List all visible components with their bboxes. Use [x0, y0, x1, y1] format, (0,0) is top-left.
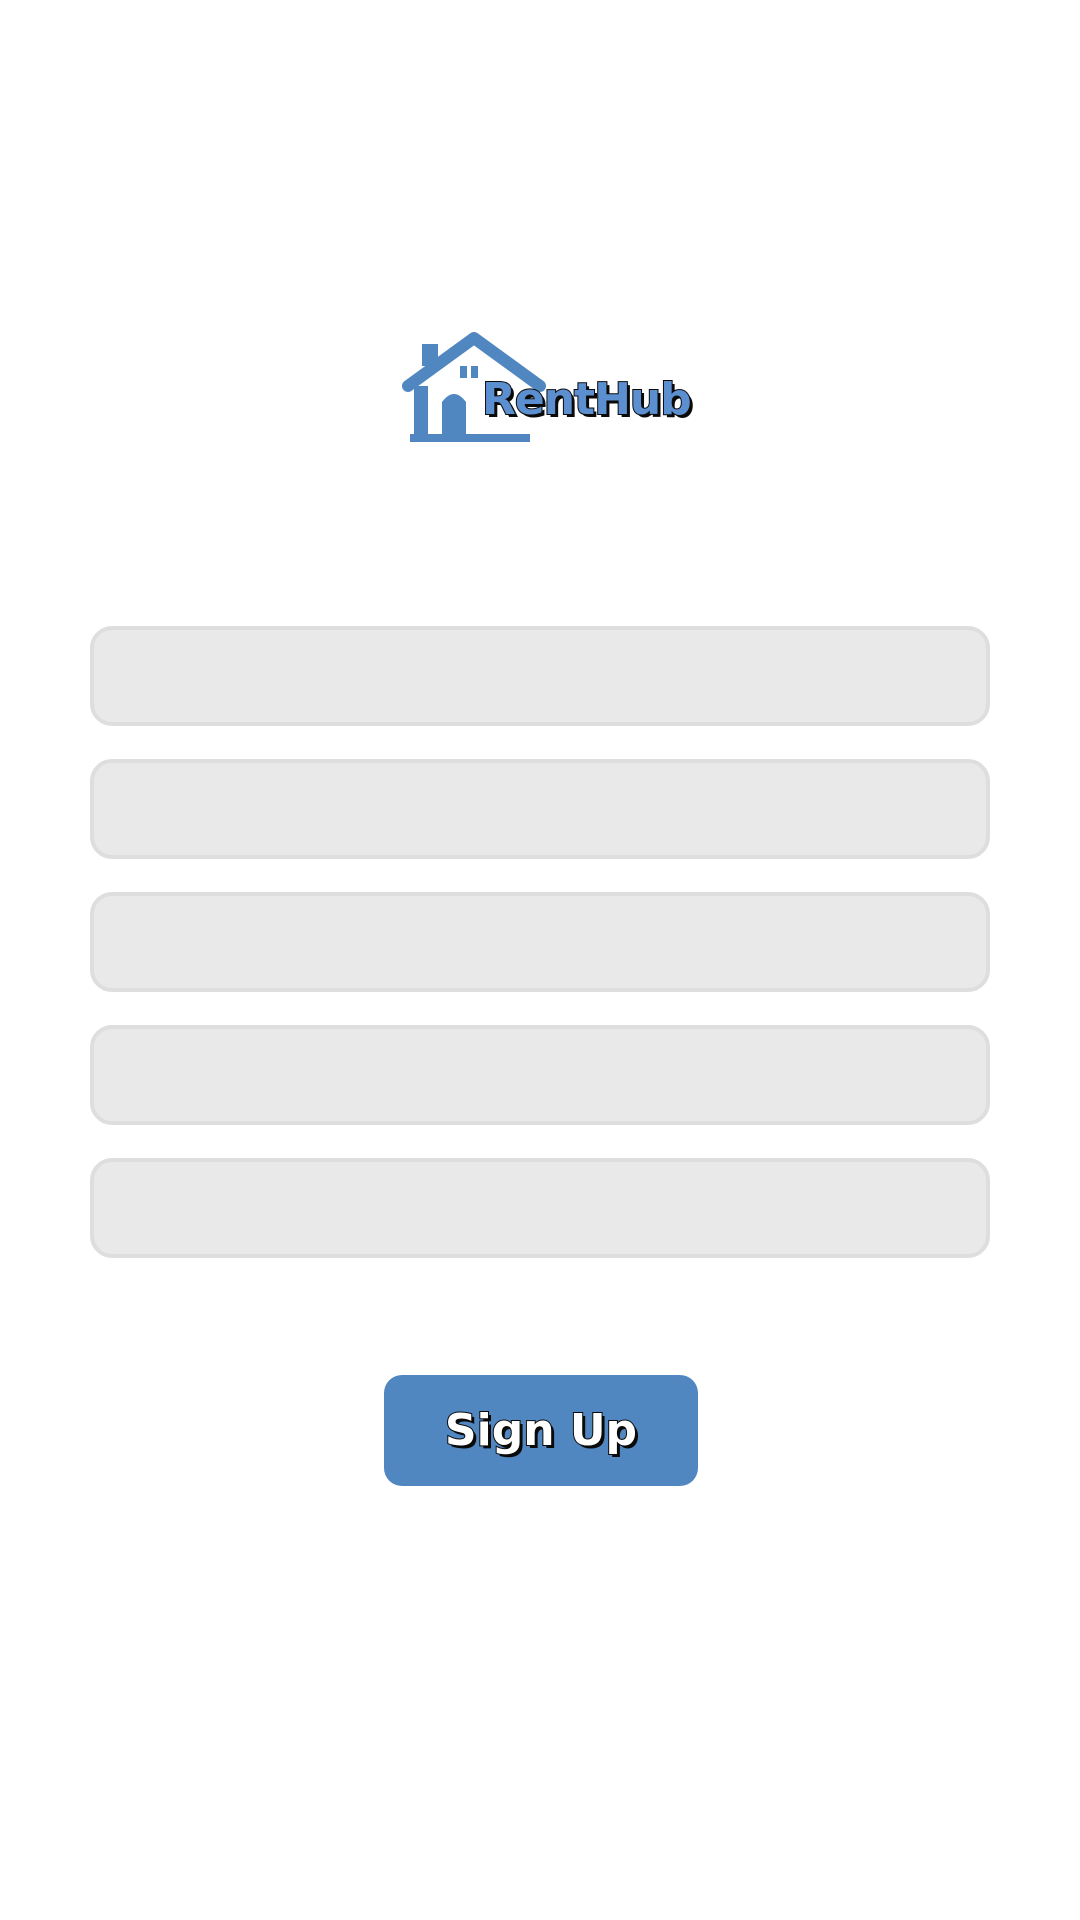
signup-form	[90, 626, 990, 1258]
app-logo: RentHub	[400, 330, 693, 445]
form-field-5[interactable]	[90, 1158, 990, 1258]
form-field-3[interactable]	[90, 892, 990, 992]
form-field-4[interactable]	[90, 1025, 990, 1125]
app-name: RentHub	[481, 374, 693, 425]
form-field-2[interactable]	[90, 759, 990, 859]
form-field-1[interactable]	[90, 626, 990, 726]
sign-up-button[interactable]: Sign Up	[384, 1375, 698, 1486]
sign-up-label: Sign Up	[444, 1404, 638, 1456]
